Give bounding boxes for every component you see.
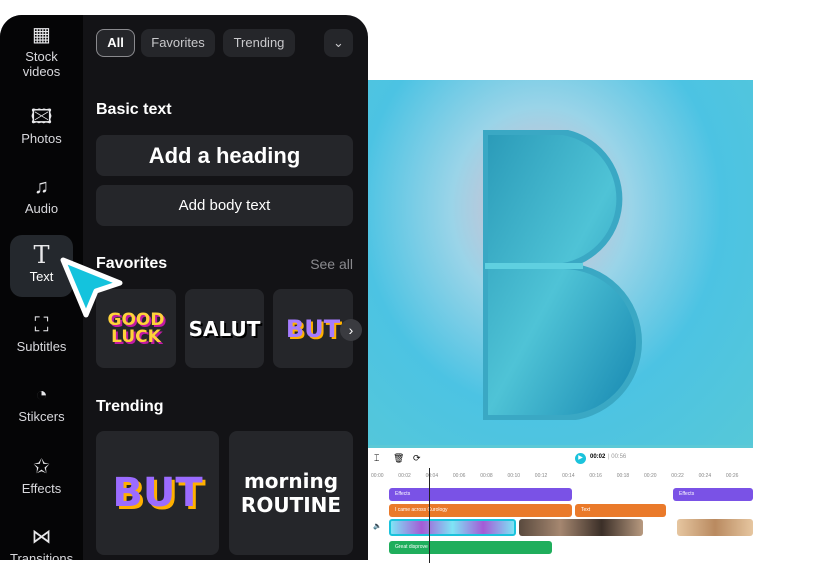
cursor-pointer-icon <box>60 257 123 318</box>
total-time: | 00:56 <box>608 454 627 460</box>
current-time: 00:02 <box>590 454 606 460</box>
sticker-morning-routine[interactable]: morning ROUTINE <box>229 431 353 555</box>
sidebar-item-effects[interactable]: ✩ Effects <box>10 455 73 517</box>
filter-trending[interactable]: Trending <box>223 29 295 57</box>
time-tick: 00:22 <box>671 473 684 479</box>
time-tick: 00:20 <box>644 473 657 479</box>
time-tick: 00:08 <box>480 473 493 479</box>
text-clip[interactable]: I came across Curology <box>389 504 572 517</box>
sticker-icon: ◔ <box>35 384 48 406</box>
trash-icon[interactable]: 🗑 <box>393 453 404 464</box>
mute-icon[interactable]: 🔈 <box>373 522 382 530</box>
add-heading-button[interactable]: Add a heading <box>96 135 353 176</box>
filter-all[interactable]: All <box>96 29 135 57</box>
reset-icon[interactable]: ⟳ <box>413 453 421 464</box>
editor-panel: ▦ Stock videos 🖾 Photos ♫ Audio T Text ⛶ Subt… <box>0 15 368 560</box>
sidebar-item-transitions[interactable]: ⋈ Transitions <box>10 525 73 560</box>
section-basic-text: Basic text <box>96 101 172 118</box>
video-clip[interactable] <box>519 519 643 536</box>
video-clip[interactable] <box>389 519 516 536</box>
text-clip[interactable]: Text <box>575 504 666 517</box>
section-trending: Trending <box>96 398 164 415</box>
film-icon: ▦ <box>32 24 51 46</box>
sticker-salut[interactable]: SALUT <box>185 289 264 368</box>
sidebar-item-stock-videos[interactable]: ▦ Stock videos <box>10 23 73 85</box>
audio-clip[interactable]: Great disprove <box>389 541 552 554</box>
total-time-value: 00:56 <box>611 454 627 460</box>
time-tick: 00:26 <box>725 473 739 479</box>
time-tick: 00:06 <box>452 473 466 479</box>
time-tick: 00:24 <box>698 473 712 479</box>
sparkle-icon: ✩ <box>33 456 50 478</box>
sidebar-item-photos[interactable]: 🖾 Photos <box>10 105 73 167</box>
music-icon: ♫ <box>34 176 49 198</box>
split-icon[interactable]: ⌶ <box>374 453 379 464</box>
see-all-link[interactable]: See all <box>310 256 353 272</box>
timeline: ⌶ 🗑 ⟳ ▶ 00:02 | 00:56 00:00 00:02 00:04 00:… <box>368 445 753 563</box>
transition-icon: ⋈ <box>31 526 52 548</box>
video-preview <box>368 80 753 445</box>
effects-clip[interactable]: Effects <box>389 488 572 501</box>
play-button[interactable]: ▶ <box>575 453 586 464</box>
sticker-trending-but[interactable]: BUT <box>96 431 219 555</box>
time-tick: 00:12 <box>534 473 548 479</box>
image-icon: 🖾 <box>30 106 53 128</box>
effects-clip[interactable]: Effects <box>673 488 753 501</box>
time-tick: 00:14 <box>562 473 575 479</box>
time-tick: 00:02 <box>398 473 411 479</box>
time-tick: 00:16 <box>589 473 602 479</box>
letter-b-graphic <box>483 130 642 420</box>
chevron-down-icon[interactable]: ⌄ <box>324 29 353 57</box>
chevron-right-icon[interactable]: › <box>340 319 362 341</box>
video-clip[interactable] <box>677 519 753 536</box>
filter-favorites[interactable]: Favorites <box>141 29 215 57</box>
time-tick: 00:00 <box>371 473 384 479</box>
time-tick: 00:10 <box>507 473 521 479</box>
time-tick: 00:18 <box>616 473 630 479</box>
add-body-text-button[interactable]: Add body text <box>96 185 353 226</box>
time-tick: 00:04 <box>425 473 439 479</box>
playhead[interactable] <box>429 468 430 563</box>
sidebar-item-audio[interactable]: ♫ Audio <box>10 175 73 237</box>
sidebar-item-stickers[interactable]: ◔ Stikcers <box>10 383 73 445</box>
sidebar-item-subtitles[interactable]: ⛶ Subtitles <box>10 313 73 375</box>
